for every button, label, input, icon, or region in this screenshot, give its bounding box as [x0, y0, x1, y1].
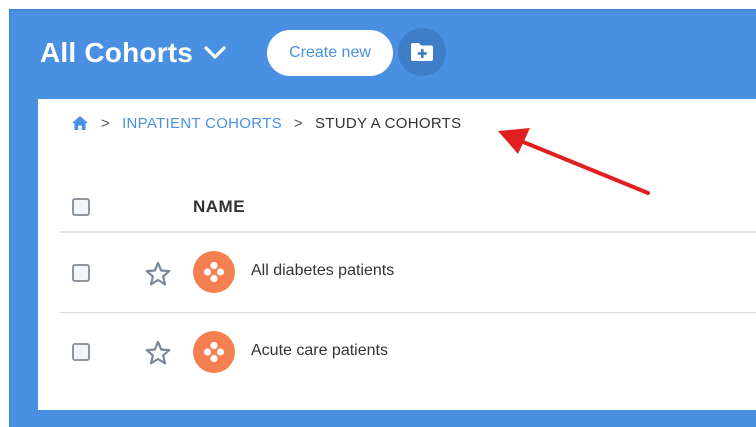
cohort-icon: [193, 251, 235, 293]
table-row[interactable]: All diabetes patients: [38, 233, 756, 311]
star-icon[interactable]: [145, 340, 171, 366]
cohort-icon: [193, 331, 235, 373]
create-new-button[interactable]: Create new: [267, 30, 393, 76]
cohort-glyph-icon: [203, 261, 225, 283]
chevron-right-icon: >: [101, 114, 111, 132]
row-checkbox[interactable]: [72, 343, 90, 361]
table-row[interactable]: Acute care patients: [38, 313, 756, 391]
new-folder-button[interactable]: [398, 28, 446, 76]
cohort-selector[interactable]: All Cohorts: [40, 37, 227, 69]
breadcrumb: > INPATIENT COHORTS > STUDY A COHORTS: [71, 113, 461, 133]
app-window: All Cohorts Create new > INPATIENT COHOR…: [9, 9, 756, 427]
page-title: All Cohorts: [40, 37, 194, 68]
chevron-down-icon: [204, 46, 226, 59]
select-all-checkbox[interactable]: [72, 198, 90, 216]
row-checkbox[interactable]: [72, 264, 90, 282]
breadcrumb-inpatient-cohorts[interactable]: INPATIENT COHORTS: [122, 115, 282, 132]
content-panel: > INPATIENT COHORTS > STUDY A COHORTS NA…: [38, 99, 756, 410]
header-bar: All Cohorts Create new: [10, 10, 756, 100]
home-icon[interactable]: [71, 115, 89, 131]
cohort-name[interactable]: All diabetes patients: [251, 262, 394, 280]
folder-plus-icon: [411, 43, 433, 61]
breadcrumb-current: STUDY A COHORTS: [314, 114, 462, 132]
annotation-arrow: [498, 128, 650, 195]
star-icon[interactable]: [145, 261, 171, 287]
cohort-glyph-icon: [203, 341, 225, 363]
cohort-name[interactable]: Acute care patients: [251, 342, 388, 360]
column-header-name[interactable]: NAME: [193, 197, 245, 217]
chevron-right-icon: >: [293, 114, 303, 132]
